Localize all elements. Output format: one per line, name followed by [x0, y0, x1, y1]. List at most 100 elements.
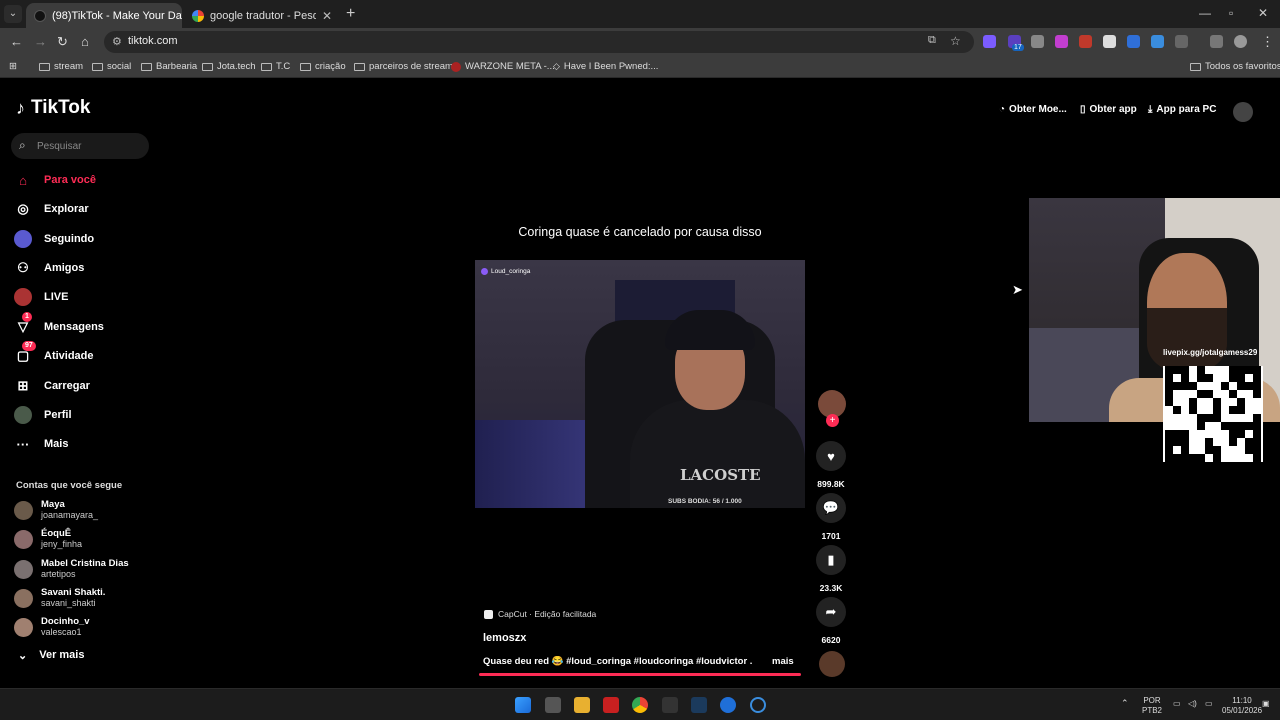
account-handle: joanamayara_ [41, 510, 99, 520]
bookmark-folder[interactable]: social [92, 61, 131, 72]
qr-cell [1197, 366, 1205, 374]
epic-games-icon[interactable] [662, 697, 678, 713]
window-close-icon[interactable]: ✕ [1258, 6, 1268, 20]
extension-icon[interactable] [1079, 35, 1092, 48]
caption-more-button[interactable]: mais [772, 656, 794, 667]
file-explorer-icon[interactable] [574, 697, 590, 713]
clock[interactable]: 11:10 05/01/2026 [1222, 696, 1262, 716]
nav-activity[interactable]: ▢ 97 Atividade [14, 341, 94, 367]
reload-icon[interactable]: ↻ [57, 34, 68, 50]
video-author[interactable]: lemoszx [483, 632, 526, 644]
volume-icon[interactable]: ◁) [1188, 699, 1197, 709]
tab-tiktok[interactable]: (98)TikTok - Make Your Day 🔊 ✕ [26, 3, 182, 28]
comment-icon[interactable]: 💬 [816, 493, 846, 523]
video-player[interactable]: LACOSTE SUBS BODIA: 56 / 1.000 Loud_cori… [475, 260, 805, 508]
notification-icon[interactable]: ▣ [1262, 699, 1270, 709]
forward-icon[interactable]: → [34, 34, 47, 49]
bookmark-folder[interactable]: Barbearia [141, 61, 197, 72]
user-avatar[interactable] [1233, 102, 1253, 122]
nav-live[interactable]: LIVE [14, 286, 68, 308]
battery-icon[interactable]: ▭ [1205, 699, 1213, 709]
bookmark-folder[interactable]: criação [300, 61, 346, 72]
get-coins-button[interactable]: ◔ Obter Moe... [999, 104, 1067, 115]
tray-chevron-icon[interactable]: ⌃ [1121, 698, 1129, 708]
tab-title: (98)TikTok - Make Your Day [52, 9, 182, 22]
bookmark-link[interactable]: WARZONE META -... [451, 61, 555, 72]
task-view-icon[interactable] [545, 697, 561, 713]
chrome-icon[interactable] [632, 697, 648, 713]
qr-cell [1165, 366, 1173, 374]
followed-account[interactable]: Mabel Cristina Dias artetipos [14, 558, 129, 580]
extensions-puzzle-icon[interactable] [1175, 35, 1188, 48]
qr-cell [1253, 382, 1261, 390]
tiktok-logo[interactable]: ♪ TikTok [16, 97, 90, 119]
battlenet-icon[interactable] [720, 697, 736, 713]
get-app-button[interactable]: ▯ Obter app [1080, 104, 1137, 115]
home-icon[interactable]: ⌂ [81, 34, 89, 49]
restore-icon[interactable]: ▫ [1229, 6, 1233, 20]
reading-list-icon[interactable] [1210, 35, 1223, 48]
capcut-link[interactable]: CapCut · Edição facilitada [484, 609, 596, 619]
steam-icon[interactable] [691, 697, 707, 713]
bookmark-folder[interactable]: Jota.tech [202, 61, 256, 72]
download-extension-icon[interactable] [1151, 35, 1164, 48]
pen-extension-icon[interactable] [1031, 35, 1044, 48]
extension-icon[interactable] [1055, 35, 1068, 48]
followed-account[interactable]: Savani Shakti. savani_shakti [14, 587, 105, 609]
bookmark-folder[interactable]: stream [39, 61, 83, 72]
bookmark-folder[interactable]: parceiros de stream [354, 61, 453, 72]
app-icon[interactable] [750, 697, 766, 713]
nav-more[interactable]: ··· Mais [14, 433, 69, 455]
language-indicator[interactable]: POR PTB2 [1142, 696, 1162, 716]
nav-label: Mensagens [44, 321, 104, 333]
like-action[interactable]: ♥ 899.8K [815, 441, 847, 489]
network-icon[interactable]: ▭ [1173, 699, 1181, 709]
nav-friends[interactable]: ⚇ Amigos [14, 257, 84, 279]
extension-icon[interactable] [1103, 35, 1116, 48]
address-bar[interactable]: ⚙ tiktok.com ⧉ ☆ [104, 31, 974, 53]
video-progress-bar[interactable] [479, 673, 801, 676]
nav-upload[interactable]: ⊞ Carregar [14, 375, 90, 397]
tab-search-button[interactable]: ⌄ [4, 5, 22, 23]
site-info-icon[interactable]: ⚙ [112, 35, 122, 48]
see-more-button[interactable]: ⌄ Ver mais [18, 649, 84, 662]
translate-extension-icon[interactable] [1127, 35, 1140, 48]
nav-label: Perfil [44, 409, 72, 421]
close-tab-icon[interactable]: ✕ [322, 9, 332, 23]
music-disc-avatar[interactable] [819, 651, 845, 677]
extension-icon[interactable] [983, 35, 996, 48]
tab-google[interactable]: google tradutor - Pesquisa Goo ✕ [184, 3, 340, 28]
install-app-icon[interactable]: ⧉ [928, 34, 936, 47]
followed-account[interactable]: Docinho_v valescao1 [14, 616, 90, 638]
save-action[interactable]: ▮ 23.3K [815, 545, 847, 593]
nav-following[interactable]: Seguindo [14, 228, 94, 250]
new-tab-button[interactable]: + [346, 5, 355, 23]
share-icon[interactable]: ➦ [816, 597, 846, 627]
share-action[interactable]: ➦ 6620 [815, 597, 847, 645]
followed-account[interactable]: Maya joanamayara_ [14, 499, 98, 521]
all-favorites-folder[interactable]: Todos os favoritos [1190, 61, 1280, 72]
kebab-menu-icon[interactable]: ⋮ [1261, 34, 1274, 50]
start-icon[interactable] [515, 697, 531, 713]
bookmark-star-icon[interactable]: ☆ [950, 34, 961, 48]
nav-for-you[interactable]: ⌂ Para você [14, 169, 96, 191]
nav-profile[interactable]: Perfil [14, 404, 72, 426]
bookmark-icon[interactable]: ▮ [816, 545, 846, 575]
app-icon[interactable] [603, 697, 619, 713]
back-icon[interactable]: ← [10, 34, 23, 49]
pc-app-button[interactable]: ⤓ App para PC [1148, 104, 1216, 115]
nav-messages[interactable]: ▽ 1 Mensagens [14, 312, 104, 338]
search-input[interactable] [37, 137, 142, 155]
apps-grid-icon[interactable]: ⊞ [9, 61, 17, 72]
bookmark-link[interactable]: ◇ Have I Been Pwned:... [553, 61, 658, 72]
minimize-icon[interactable]: — [1199, 6, 1211, 20]
followed-account[interactable]: ÉoquÊ jeny_finha [14, 528, 82, 550]
coin-icon: ◔ [999, 104, 1006, 115]
bookmark-folder[interactable]: T.C [261, 61, 290, 72]
follow-plus-icon[interactable]: + [826, 414, 839, 427]
comment-action[interactable]: 💬 1701 [815, 493, 847, 541]
nav-explore[interactable]: ◎ Explorar [14, 198, 88, 220]
heart-icon[interactable]: ♥ [816, 441, 846, 471]
profile-icon[interactable] [1234, 35, 1247, 48]
search-box[interactable]: ⌕ [11, 133, 149, 159]
